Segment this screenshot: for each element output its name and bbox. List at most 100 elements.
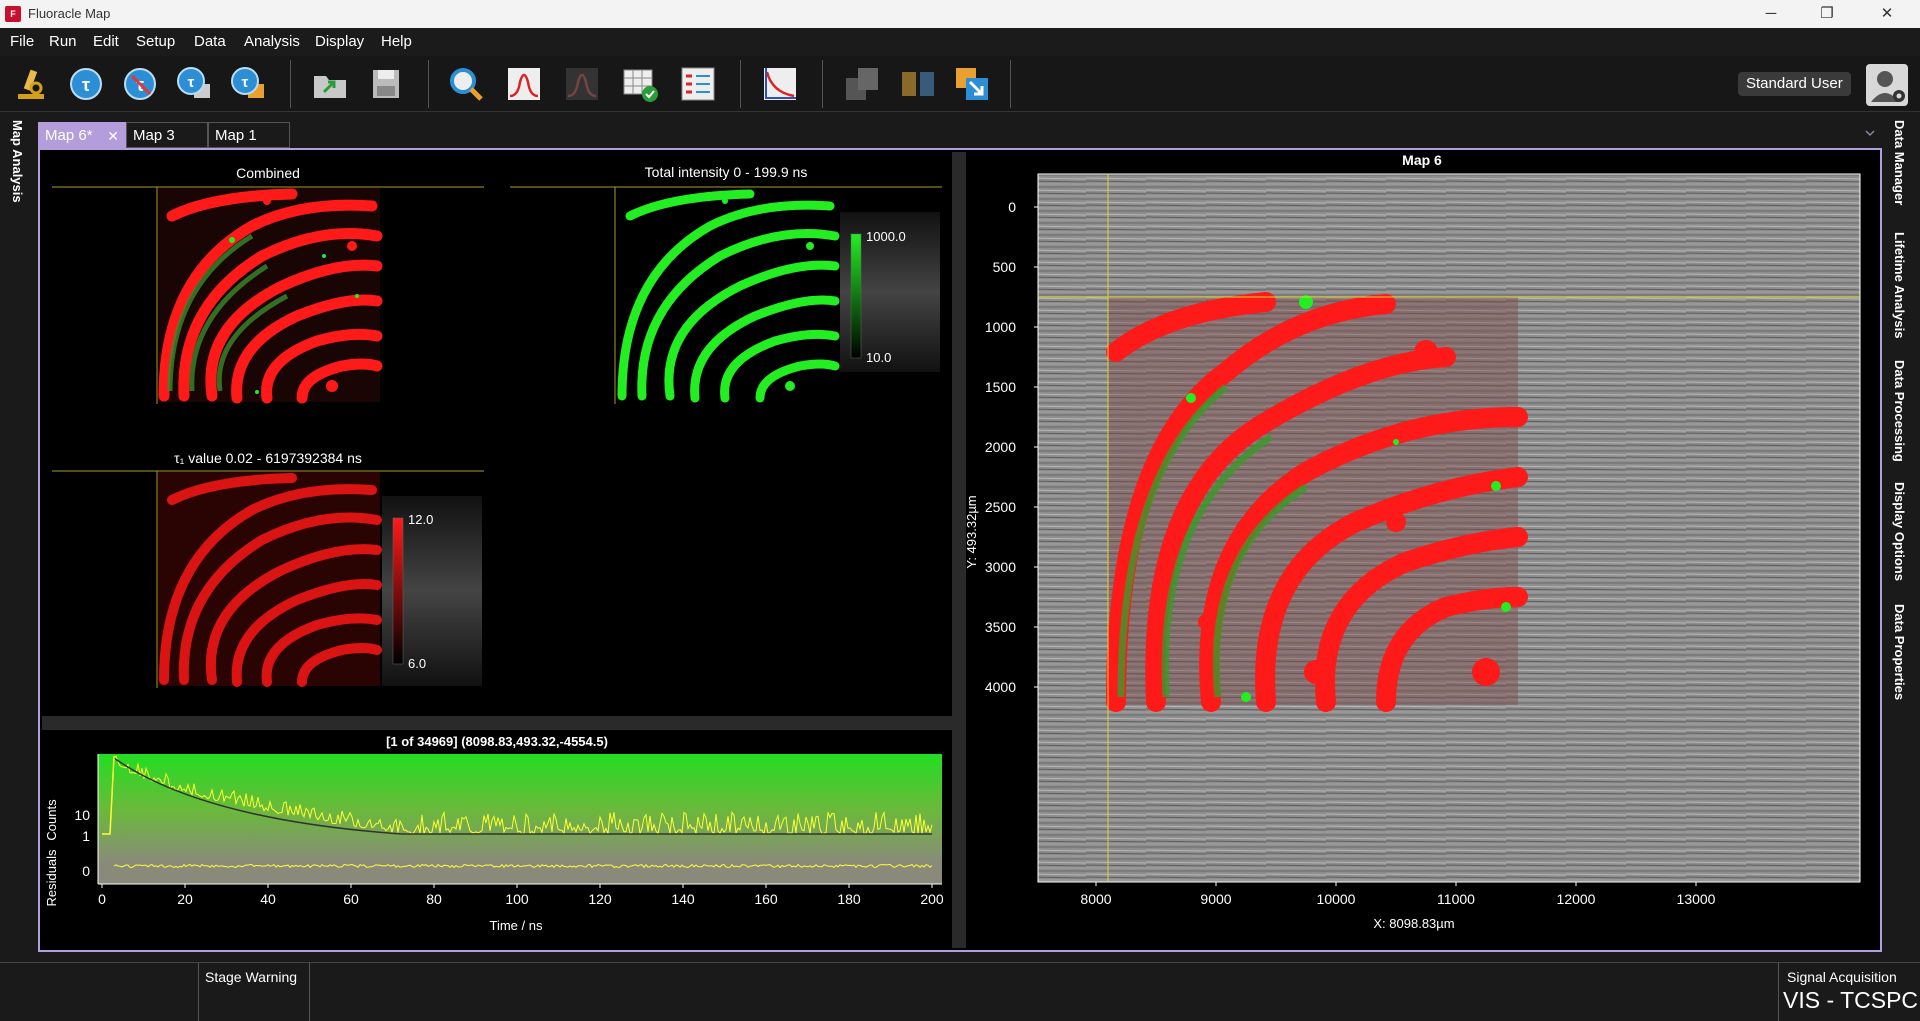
signal-acquisition-label: Signal Acquisition: [1787, 969, 1897, 985]
map-view[interactable]: Map 6 0 500 1000 1500 2000 2500 3000 3500 4000 8…: [964, 152, 1878, 948]
toolbar-separator: [1010, 60, 1011, 108]
map-title: Map 6: [1402, 152, 1442, 168]
user-role-label: Standard User: [1738, 72, 1851, 96]
map-y-tick: 2500: [985, 499, 1016, 515]
sidebar-data-properties[interactable]: Data Properties: [1892, 604, 1907, 700]
menu-help[interactable]: Help: [381, 33, 412, 50]
map-y-tick: 1500: [985, 379, 1016, 395]
intensity-image[interactable]: 1000.0 10.0: [510, 186, 942, 404]
microscope-icon[interactable]: [10, 64, 50, 104]
menu-setup[interactable]: Setup: [136, 33, 175, 50]
map-import-disabled-icon[interactable]: [842, 64, 882, 104]
combined-title: Combined: [236, 165, 300, 181]
residual-tick-0: 0: [82, 863, 90, 879]
decay-chart[interactable]: [1 of 34969] (8098.83,493.32,-4554.5) 10…: [42, 730, 952, 948]
sidebar-data-manager[interactable]: Data Manager: [1892, 120, 1907, 205]
intensity-scale-min: 10.0: [866, 350, 891, 365]
map-y-tick: 1000: [985, 319, 1016, 335]
stage-warning-cell: Stage Warning: [198, 963, 310, 1021]
counts-axis-label: Counts: [44, 799, 59, 841]
sidebar-lifetime-analysis[interactable]: Lifetime Analysis: [1892, 232, 1907, 338]
toolbar-separator: [428, 60, 429, 108]
signal-acquisition-value: VIS - TCSPC: [1783, 987, 1919, 1013]
svg-text:τ: τ: [82, 75, 90, 95]
peak-fit-icon[interactable]: [504, 64, 544, 104]
menu-display[interactable]: Display: [315, 33, 364, 50]
decay-x-tick: 0: [98, 891, 106, 907]
tau-measure-icon[interactable]: τ: [66, 64, 106, 104]
counts-tick-10: 10: [74, 807, 90, 823]
menu-edit[interactable]: Edit: [93, 33, 119, 50]
status-bar: Stage Warning Signal Acquisition VIS - T…: [0, 962, 1920, 1021]
peak-fit-disabled-icon[interactable]: [562, 64, 602, 104]
map-y-tick: 500: [993, 259, 1017, 275]
decay-x-tick: 100: [505, 891, 529, 907]
intensity-scale-max: 1000.0: [866, 229, 906, 244]
decay-panel: [1 of 34969] (8098.83,493.32,-4554.5) 10…: [42, 730, 952, 948]
checklist-icon[interactable]: [678, 64, 718, 104]
map-export-icon[interactable]: [952, 64, 992, 104]
sidebar-map-analysis[interactable]: Map Analysis: [10, 120, 25, 203]
chevron-down-icon[interactable]: [1864, 128, 1876, 138]
table-check-icon[interactable]: [620, 64, 660, 104]
close-button[interactable]: ✕: [1864, 2, 1910, 26]
minimize-button[interactable]: ─: [1748, 2, 1794, 26]
tau-scale-min: 6.0: [408, 656, 426, 671]
tab-map-1[interactable]: Map 1: [208, 122, 290, 148]
combined-image[interactable]: [52, 186, 484, 404]
map-y-tick: 4000: [985, 679, 1016, 695]
tab-map-3[interactable]: Map 3: [126, 122, 208, 148]
menu-run[interactable]: Run: [49, 33, 77, 50]
intensity-title: Total intensity 0 - 199.9 ns: [644, 164, 808, 180]
tau-title: τ₁ value 0.02 - 6197392384 ns: [174, 450, 362, 466]
menu-analysis[interactable]: Analysis: [244, 33, 300, 50]
decay-x-tick: 60: [343, 891, 359, 907]
left-sidebar: Map Analysis: [0, 112, 36, 992]
map-y-axis-label: Y: 493.32µm: [966, 495, 979, 568]
stage-warning-label: Stage Warning: [205, 969, 298, 985]
map-split-disabled-icon[interactable]: [898, 64, 938, 104]
map-x-tick: 9000: [1200, 891, 1231, 907]
decay-x-tick: 20: [177, 891, 193, 907]
tab-map-6[interactable]: Map 6* ✕: [38, 122, 126, 148]
decay-x-tick: 160: [754, 891, 778, 907]
tau-stop-icon[interactable]: τ: [120, 64, 160, 104]
toolbar-separator: [740, 60, 741, 108]
menu-data[interactable]: Data: [194, 33, 226, 50]
decay-plot-icon[interactable]: [760, 64, 800, 104]
signal-acquisition-cell: Signal Acquisition VIS - TCSPC: [1778, 963, 1920, 1021]
svg-text:τ: τ: [188, 74, 195, 91]
sidebar-data-processing[interactable]: Data Processing: [1892, 360, 1907, 462]
tau-map-icon[interactable]: τ: [228, 64, 268, 104]
tau-scale-max: 12.0: [408, 512, 433, 527]
svg-text:τ: τ: [242, 74, 249, 91]
user-avatar-icon[interactable]: [1866, 64, 1908, 106]
map-y-tick: 3000: [985, 559, 1016, 575]
open-folder-icon[interactable]: [310, 64, 350, 104]
tab-label: Map 6*: [45, 127, 93, 144]
map-x-tick: 10000: [1317, 891, 1356, 907]
decay-x-tick: 40: [260, 891, 276, 907]
toolbar: τ τ τ τ: [0, 56, 1920, 112]
map-x-axis-label: X: 8098.83µm: [1373, 916, 1454, 931]
map-y-tick: 2000: [985, 439, 1016, 455]
toolbar-separator: [822, 60, 823, 108]
window-title: Fluoracle Map: [28, 6, 111, 21]
sidebar-display-options[interactable]: Display Options: [1892, 482, 1907, 581]
tau-copy-icon[interactable]: τ: [174, 64, 214, 104]
title-bar: F Fluoracle Map ─ ❐ ✕: [0, 0, 1920, 28]
close-tab-icon[interactable]: ✕: [107, 123, 119, 149]
panel-splitter[interactable]: [42, 716, 952, 730]
map-x-tick: 13000: [1677, 891, 1716, 907]
decay-x-tick: 120: [588, 891, 612, 907]
save-icon[interactable]: [366, 64, 406, 104]
tau-image[interactable]: 12.0 6.0: [52, 470, 484, 688]
panel-splitter[interactable]: [952, 152, 966, 948]
map-y-tick: 3500: [985, 619, 1016, 635]
zoom-search-icon[interactable]: [446, 64, 486, 104]
menu-file[interactable]: File: [10, 33, 34, 50]
map-panel: Map 6 0 500 1000 1500 2000 2500 3000 3500 4000 8…: [964, 152, 1878, 948]
image-panels: Combined Total intensity 0 - 199.9 ns τ₁…: [42, 152, 952, 715]
menu-bar: File Run Edit Setup Data Analysis Displa…: [0, 28, 1920, 56]
restore-button[interactable]: ❐: [1804, 2, 1850, 26]
